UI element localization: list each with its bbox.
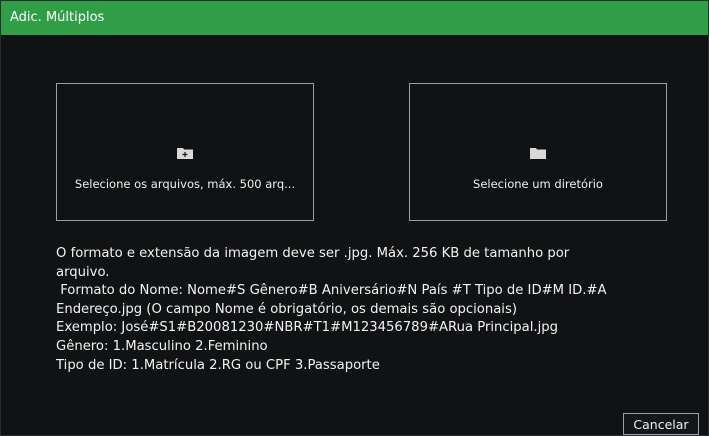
title-bar: Adic. Múltiplos [1, 1, 708, 35]
instruction-line: arquivo. [56, 264, 110, 280]
instruction-line: Endereço.jpg (O campo Nome é obrigatório… [56, 301, 517, 317]
folder-icon [530, 148, 546, 159]
instruction-line: O formato e extensão da imagem deve ser … [56, 246, 570, 261]
instruction-line: Tipo de ID: 1.Matrícula 2.RG ou CPF 3.Pa… [56, 357, 380, 373]
cancel-button[interactable]: Cancelar [623, 413, 699, 435]
add-multiple-dialog: Adic. Múltiplos Selecione os arquivos, m… [0, 0, 709, 436]
format-instructions: O formato e extensão da imagem deve ser … [56, 245, 676, 375]
select-files-label: Selecione os arquivos, máx. 500 arq... [74, 177, 296, 191]
folder-add-icon [177, 148, 193, 159]
select-directory-label: Selecione um diretório [473, 177, 603, 191]
instruction-line: Formato do Nome: Nome#S Gênero#B Anivers… [56, 283, 607, 299]
dialog-title: Adic. Múltiplos [10, 10, 105, 25]
select-files-button[interactable]: Selecione os arquivos, máx. 500 arq... [56, 83, 314, 221]
instruction-line: Exemplo: José#S1#B20081230#NBR#T1#M12345… [56, 320, 559, 336]
select-directory-button[interactable]: Selecione um diretório [409, 83, 667, 221]
instruction-line: Gênero: 1.Masculino 2.Feminino [56, 338, 268, 354]
